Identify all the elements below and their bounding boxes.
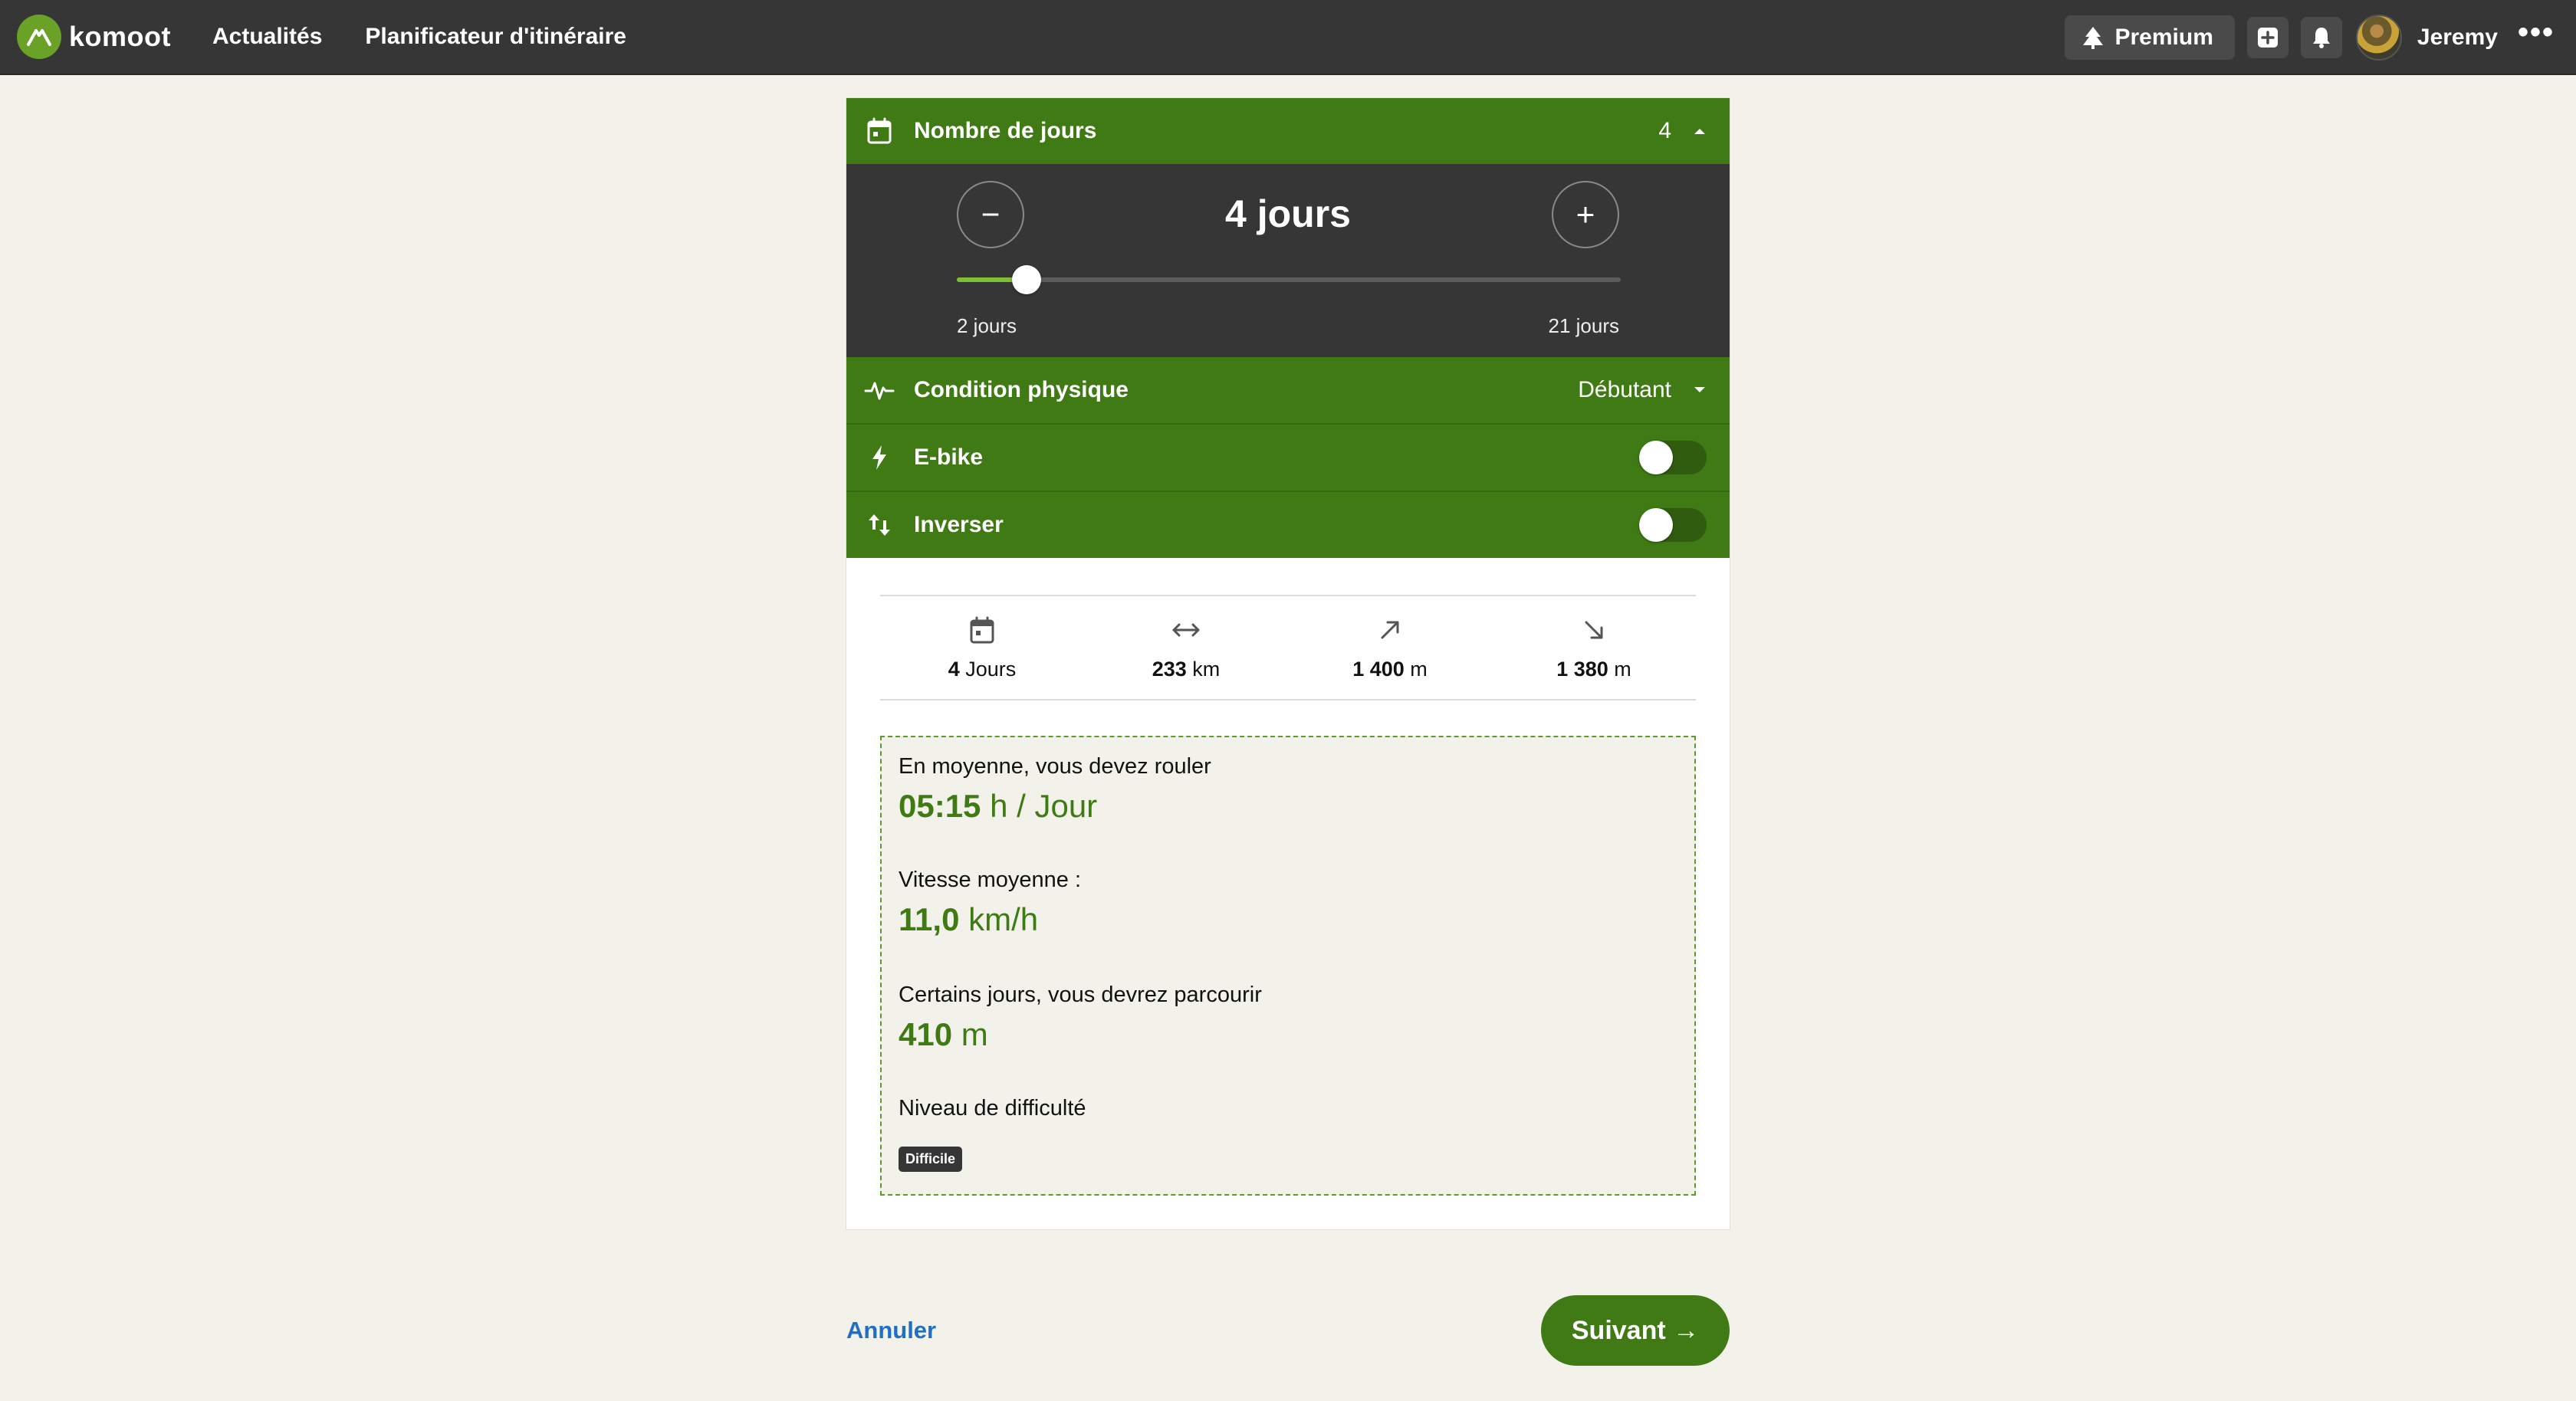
avg-speed-value: 11,0 km/h [899, 901, 1038, 938]
difficulty-label: Niveau de difficulté [899, 1096, 1086, 1120]
stat-days-value: 4 [948, 658, 960, 681]
create-button[interactable] [2246, 17, 2288, 58]
daily-climb-number: 410 [899, 1016, 953, 1052]
daily-climb-unit: m [961, 1016, 988, 1052]
plus-square-icon [2257, 28, 2278, 48]
avg-speed-number: 11,0 [899, 901, 960, 937]
ebike-toggle[interactable] [1639, 441, 1707, 474]
elevation-up-icon [1378, 613, 1401, 647]
ride-time-unit: h / Jour [990, 788, 1098, 824]
nav-link-route-planner[interactable]: Planificateur d'itinéraire [365, 24, 626, 50]
stat-up-unit: m [1410, 658, 1428, 681]
username[interactable]: Jeremy [2417, 25, 2498, 51]
stat-distance: 233 km [1084, 596, 1288, 699]
komoot-logo[interactable]: komoot [17, 15, 171, 59]
user-avatar[interactable] [2355, 15, 2402, 61]
increase-days-button[interactable]: + [1552, 181, 1619, 248]
toggle-knob [1639, 508, 1673, 542]
bell-icon [2312, 28, 2330, 48]
komoot-logo-icon [17, 15, 61, 59]
cancel-link[interactable]: Annuler [846, 1317, 936, 1344]
fitness-select[interactable]: Débutant [1578, 357, 1707, 423]
premium-label: Premium [2114, 25, 2213, 50]
fitness-label: Condition physique [914, 377, 1129, 402]
chevron-down-icon [1694, 387, 1705, 392]
reverse-row[interactable]: Inverser [846, 491, 1730, 558]
reverse-toggle-wrap [1639, 492, 1707, 558]
lightning-icon [863, 441, 895, 474]
reverse-toggle[interactable] [1639, 508, 1707, 542]
trip-stats: 4 Jours 233 km 1 400 m 1 380 m [880, 595, 1696, 700]
difficulty-badge: Difficile [899, 1147, 963, 1172]
stat-distance-value: 233 [1152, 658, 1187, 681]
premium-tree-icon [2082, 27, 2103, 49]
top-right-actions: Premium Jeremy ••• [2064, 0, 2576, 75]
distance-icon [1171, 613, 1201, 647]
reverse-label: Inverser [914, 512, 1004, 537]
next-button[interactable]: Suivant → [1541, 1295, 1730, 1366]
days-section-header[interactable]: Nombre de jours 4 [846, 98, 1730, 164]
stat-elevation-up: 1 400 m [1288, 596, 1492, 699]
premium-button[interactable]: Premium [2064, 15, 2235, 60]
ride-time-label: En moyenne, vous devez rouler [899, 754, 1211, 779]
fitness-value: Débutant [1578, 377, 1671, 402]
avg-speed-label: Vitesse moyenne : [899, 868, 1082, 892]
stat-elevation-down: 1 380 m [1492, 596, 1696, 699]
days-selector-panel: − 4 jours + 2 jours 21 jours [846, 164, 1730, 357]
stat-down-unit: m [1614, 658, 1631, 681]
avg-speed-unit: km/h [968, 901, 1039, 937]
stat-up-value: 1 400 [1352, 658, 1405, 681]
days-header-value: 4 [1658, 118, 1671, 143]
ebike-toggle-wrap [1639, 425, 1707, 491]
days-header-right: 4 [1658, 98, 1707, 164]
trip-settings-card: Nombre de jours 4 − 4 jours + 2 jours 21… [846, 98, 1730, 1229]
elevation-down-icon [1582, 613, 1605, 647]
daily-climb-label: Certains jours, vous devrez parcourir [899, 983, 1262, 1007]
days-slider-handle[interactable] [1012, 265, 1042, 294]
plus-icon: + [1576, 196, 1595, 232]
daily-climb-value: 410 m [899, 1016, 988, 1053]
chevron-up-icon [1694, 129, 1705, 134]
calendar-icon [969, 613, 995, 647]
toggle-knob [1639, 441, 1673, 474]
days-slider[interactable] [957, 265, 1621, 294]
logo-text: komoot [69, 21, 171, 52]
fitness-row[interactable]: Condition physique Débutant [846, 357, 1730, 423]
more-menu-button[interactable]: ••• [2518, 17, 2555, 58]
days-header-label: Nombre de jours [914, 118, 1097, 143]
reverse-arrows-icon [863, 509, 895, 541]
ride-time-value: 05:15 h / Jour [899, 788, 1097, 825]
stat-down-value: 1 380 [1556, 658, 1608, 681]
top-navigation-bar: komoot Actualités Planificateur d'itinér… [0, 0, 2576, 75]
pulse-icon [863, 374, 895, 406]
trip-summary-box: En moyenne, vous devez rouler 05:15 h / … [880, 736, 1696, 1196]
slider-max-label: 21 jours [1548, 314, 1620, 337]
ebike-row[interactable]: E-bike [846, 423, 1730, 491]
ride-time-number: 05:15 [899, 788, 981, 824]
stat-days: 4 Jours [880, 596, 1084, 699]
nav-link-actualites[interactable]: Actualités [212, 24, 322, 50]
stat-days-unit: Jours [965, 658, 1017, 681]
notifications-button[interactable] [2300, 17, 2342, 58]
ebike-label: E-bike [914, 445, 984, 470]
stat-distance-unit: km [1192, 658, 1221, 681]
calendar-icon [863, 115, 895, 147]
slider-min-label: 2 jours [957, 314, 1017, 337]
